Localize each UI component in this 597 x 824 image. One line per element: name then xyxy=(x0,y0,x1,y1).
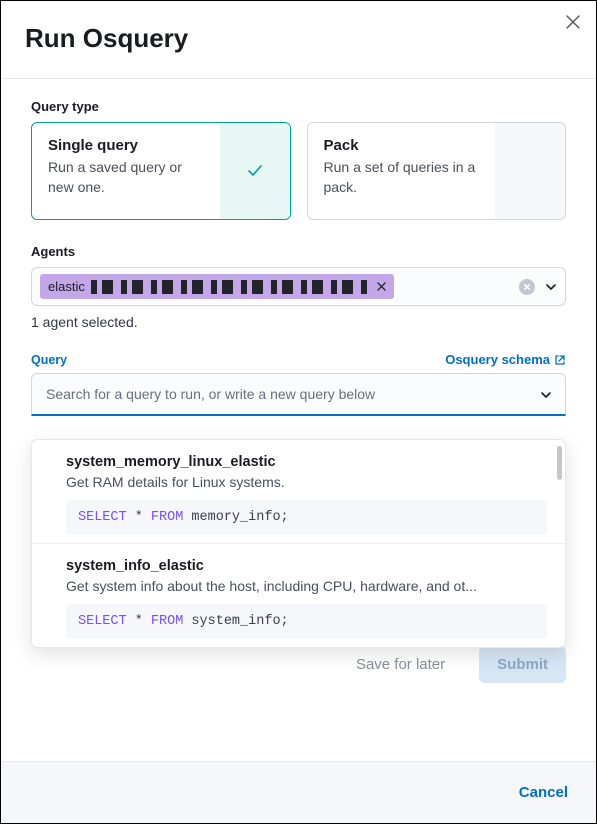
agents-combobox[interactable]: elastic xyxy=(31,267,566,306)
agent-pill-prefix: elastic xyxy=(48,279,85,294)
option-title: Single query xyxy=(48,137,204,154)
option-empty-indicator xyxy=(495,123,565,219)
save-for-later-button[interactable]: Save for later xyxy=(338,646,463,683)
chevron-down-icon[interactable] xyxy=(545,281,557,293)
suggestion-desc: Get RAM details for Linux systems. xyxy=(66,474,547,490)
clear-agents-icon[interactable] xyxy=(519,279,535,295)
agent-pill-redacted xyxy=(91,280,371,294)
query-search-input[interactable] xyxy=(31,373,566,416)
option-title: Pack xyxy=(324,137,480,154)
agents-status: 1 agent selected. xyxy=(31,314,566,330)
query-type-label: Query type xyxy=(31,99,566,114)
query-label: Query xyxy=(31,353,67,367)
scrollbar-thumb[interactable] xyxy=(557,446,562,480)
dialog-title: Run Osquery xyxy=(25,23,572,54)
suggestion-item[interactable]: system_memory_linux_elastic Get RAM deta… xyxy=(32,440,565,543)
action-row: Save for later Submit xyxy=(31,646,566,683)
option-single-query[interactable]: Single query Run a saved query or new on… xyxy=(31,122,291,220)
query-type-options: Single query Run a saved query or new on… xyxy=(31,122,566,220)
remove-agent-icon[interactable] xyxy=(377,282,386,291)
suggestion-item[interactable]: system_info_elastic Get system info abou… xyxy=(32,543,565,647)
option-desc: Run a set of queries in a pack. xyxy=(324,158,480,197)
osquery-schema-link[interactable]: Osquery schema xyxy=(445,352,566,367)
suggestion-title: system_memory_linux_elastic xyxy=(66,454,547,470)
suggestion-desc: Get system info about the host, includin… xyxy=(66,578,547,594)
submit-button[interactable]: Submit xyxy=(479,646,566,683)
external-link-icon xyxy=(554,354,566,366)
suggestion-sql: SELECT * FROM system_info; xyxy=(66,604,547,639)
suggestion-title: system_info_elastic xyxy=(66,558,547,574)
suggestion-sql: SELECT * FROM memory_info; xyxy=(66,500,547,535)
close-icon[interactable] xyxy=(566,15,580,29)
agent-pill[interactable]: elastic xyxy=(40,274,394,299)
query-suggestions-dropdown: system_memory_linux_elastic Get RAM deta… xyxy=(31,439,566,648)
cancel-button[interactable]: Cancel xyxy=(519,784,568,801)
option-pack[interactable]: Pack Run a set of queries in a pack. xyxy=(307,122,567,220)
schema-link-text: Osquery schema xyxy=(445,352,550,367)
option-desc: Run a saved query or new one. xyxy=(48,158,204,197)
dialog-footer: Cancel xyxy=(1,761,596,823)
check-icon xyxy=(220,123,290,219)
agents-label: Agents xyxy=(31,244,566,259)
